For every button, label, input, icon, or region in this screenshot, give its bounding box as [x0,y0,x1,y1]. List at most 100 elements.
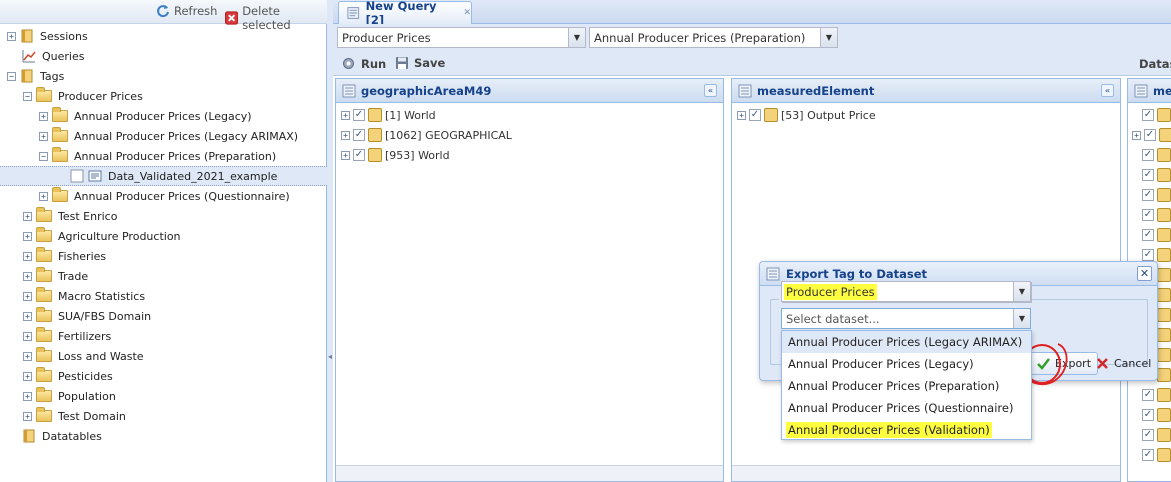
checkbox[interactable]: ✓ [1142,429,1154,441]
tree-item[interactable]: + Macro Statistics [0,286,327,306]
collapse-icon[interactable]: − [23,91,32,101]
tree-item-label: Annual Producer Prices (Questionnaire) [74,189,290,203]
checkbox[interactable]: ✓ [1142,249,1154,261]
dimension-row[interactable]: ✓ [1142,225,1171,245]
tree-item-label: Test Enrico [58,209,118,223]
expand-icon[interactable]: + [23,351,32,361]
checkbox[interactable]: ✓ [353,149,365,161]
cancel-button[interactable]: Cancel [1090,352,1157,375]
dimension-row[interactable]: + ✓ [53] Output Price [737,105,876,125]
expand-icon[interactable]: + [341,130,350,140]
dimension-row[interactable]: ✓ [1142,445,1171,465]
checkbox[interactable]: ✓ [353,109,365,121]
tree-item[interactable]: − Tags [0,66,327,86]
tree-item[interactable]: + Fisheries [0,246,327,266]
collapse-icon[interactable]: « [704,84,717,97]
dimension-row[interactable]: ✓ [1142,385,1171,405]
tree-item[interactable]: − Annual Producer Prices (Preparation) [0,146,327,166]
tree-item[interactable]: + Test Domain [0,406,327,426]
checkbox[interactable]: ✓ [1144,129,1156,141]
dimension-row[interactable]: ✓ [1142,425,1171,445]
dimension-row[interactable]: ✓ [1142,405,1171,425]
dimension-row[interactable]: ✓ [1142,105,1171,125]
expand-icon[interactable]: + [23,231,32,241]
tree-item[interactable]: + Sessions [0,26,327,46]
dimension-row[interactable]: ✓ [1142,145,1171,165]
tab-close-icon[interactable]: ✕ [463,8,471,18]
checkbox[interactable]: ✓ [1142,389,1154,401]
dataset-combo[interactable]: Annual Producer Prices (Preparation) ▼ [589,27,838,48]
tree-item[interactable]: + Agriculture Production [0,226,327,246]
dataset-option[interactable]: Annual Producer Prices (Questionnaire) [782,397,1031,419]
checkbox[interactable]: ✓ [353,129,365,141]
collapse-icon[interactable]: « [1101,84,1114,97]
tree-item[interactable]: + Pesticides [0,366,327,386]
expand-icon[interactable]: + [341,110,350,120]
tree-item[interactable]: + Population [0,386,327,406]
tree-item[interactable]: + Annual Producer Prices (Questionnaire) [0,186,327,206]
tree-item[interactable]: + Trade [0,266,327,286]
dialog-domain-combo[interactable]: Producer Prices ▼ [781,281,1031,302]
tree-item[interactable]: + Test Enrico [0,206,327,226]
chevron-down-icon[interactable]: ▼ [1013,309,1030,328]
chevron-down-icon[interactable]: ▼ [820,28,837,47]
checkbox[interactable]: ✓ [1142,109,1154,121]
expand-icon[interactable]: + [23,311,32,321]
checkbox[interactable]: ✓ [1142,449,1154,461]
tree-item[interactable]: Queries [0,46,327,66]
dataset-option[interactable]: Annual Producer Prices (Validation) [782,419,1031,441]
tree-item[interactable]: + Annual Producer Prices (Legacy) [0,106,327,126]
checkbox[interactable]: ✓ [1142,169,1154,181]
expand-icon[interactable]: + [39,131,48,141]
checkbox[interactable]: ✓ [1142,209,1154,221]
run-button[interactable]: Run [341,56,386,71]
checkbox[interactable]: ✓ [1142,409,1154,421]
checkbox[interactable]: ✓ [1142,229,1154,241]
tree-item[interactable]: − Producer Prices [0,86,327,106]
expand-icon[interactable]: + [39,111,48,121]
save-button[interactable]: Save [395,56,445,70]
dimension-row[interactable]: + ✓ [953] World [341,145,450,165]
expand-icon[interactable]: + [23,391,32,401]
close-icon[interactable]: ✕ [1137,266,1152,281]
dimension-row[interactable]: + ✓ [1062] GEOGRAPHICAL [341,125,512,145]
checkbox[interactable]: ✓ [749,109,761,121]
dataset-option[interactable]: Annual Producer Prices (Legacy ARIMAX) [782,331,1031,353]
dimension-row[interactable]: ✓ [1142,165,1171,185]
tree-item[interactable]: + SUA/FBS Domain [0,306,327,326]
tab-new-query[interactable]: New Query [2] ✕ [338,0,472,27]
tree-item[interactable]: + Fertilizers [0,326,327,346]
dataset-option[interactable]: Annual Producer Prices (Preparation) [782,375,1031,397]
collapse-icon[interactable]: − [39,151,48,161]
expand-icon[interactable]: + [7,31,16,41]
expand-icon[interactable]: + [23,271,32,281]
expand-icon[interactable]: + [23,371,32,381]
expand-icon[interactable]: + [39,191,48,201]
expand-icon[interactable]: + [737,110,746,120]
collapse-icon[interactable]: − [7,71,16,81]
dimension-row[interactable]: + ✓ [1132,125,1171,145]
dialog-dataset-combo[interactable]: Select dataset... ▼ [781,308,1031,329]
tree-item[interactable]: + Loss and Waste [0,346,327,366]
expand-icon[interactable]: + [23,211,32,221]
tree-item[interactable]: + Annual Producer Prices (Legacy ARIMAX) [0,126,327,146]
dimension-row[interactable]: + ✓ [1] World [341,105,436,125]
expand-icon[interactable]: + [23,411,32,421]
checkbox[interactable]: ✓ [1142,149,1154,161]
expand-icon[interactable]: + [23,251,32,261]
dimension-row[interactable]: ✓ [1142,205,1171,225]
chevron-down-icon[interactable]: ▼ [1013,282,1030,301]
checkbox[interactable]: ✓ [1142,189,1154,201]
dimension-row[interactable]: ✓ [1142,185,1171,205]
refresh-button[interactable]: Refresh [156,4,217,18]
tree-item[interactable]: Data_Validated_2021_example [0,166,327,186]
chevron-down-icon[interactable]: ▼ [568,28,585,47]
domain-combo[interactable]: Producer Prices ▼ [337,27,586,48]
tree-item[interactable]: Datatables [0,426,327,446]
expand-icon[interactable]: + [1132,130,1141,140]
expand-icon[interactable]: + [23,331,32,341]
expand-icon[interactable]: + [23,291,32,301]
expand-icon[interactable]: + [341,150,350,160]
tree-item-label: Queries [42,49,85,63]
dataset-option[interactable]: Annual Producer Prices (Legacy) [782,353,1031,375]
